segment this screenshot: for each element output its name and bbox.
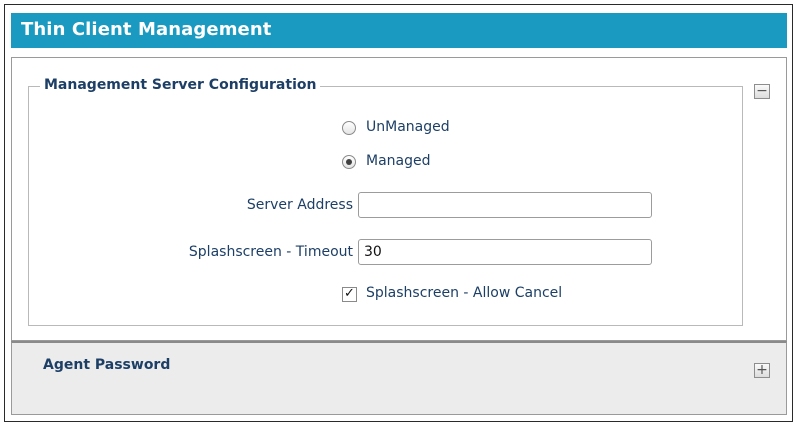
expand-plus-icon[interactable]: + (754, 363, 770, 378)
checkmark-icon: ✓ (344, 286, 355, 301)
radio-unmanaged[interactable] (342, 121, 356, 135)
server-address-input[interactable] (358, 192, 652, 218)
splash-timeout-input[interactable] (358, 239, 652, 265)
page-title: Thin Client Management (21, 19, 272, 40)
allow-cancel-checkbox[interactable]: ✓ (342, 287, 357, 302)
radio-managed[interactable] (342, 155, 356, 169)
agent-password-panel[interactable] (11, 341, 787, 415)
title-bar: Thin Client Management (11, 13, 787, 48)
collapse-minus-icon[interactable]: − (754, 84, 770, 99)
server-address-label: Server Address (246, 197, 353, 213)
allow-cancel-label: Splashscreen - Allow Cancel (366, 285, 563, 301)
radio-unmanaged-label: UnManaged (366, 119, 450, 135)
splash-timeout-label: Splashscreen - Timeout (188, 244, 353, 260)
agent-password-title[interactable]: Agent Password (43, 357, 170, 373)
radio-managed-label: Managed (366, 153, 431, 169)
management-server-legend: Management Server Configuration (40, 77, 321, 93)
